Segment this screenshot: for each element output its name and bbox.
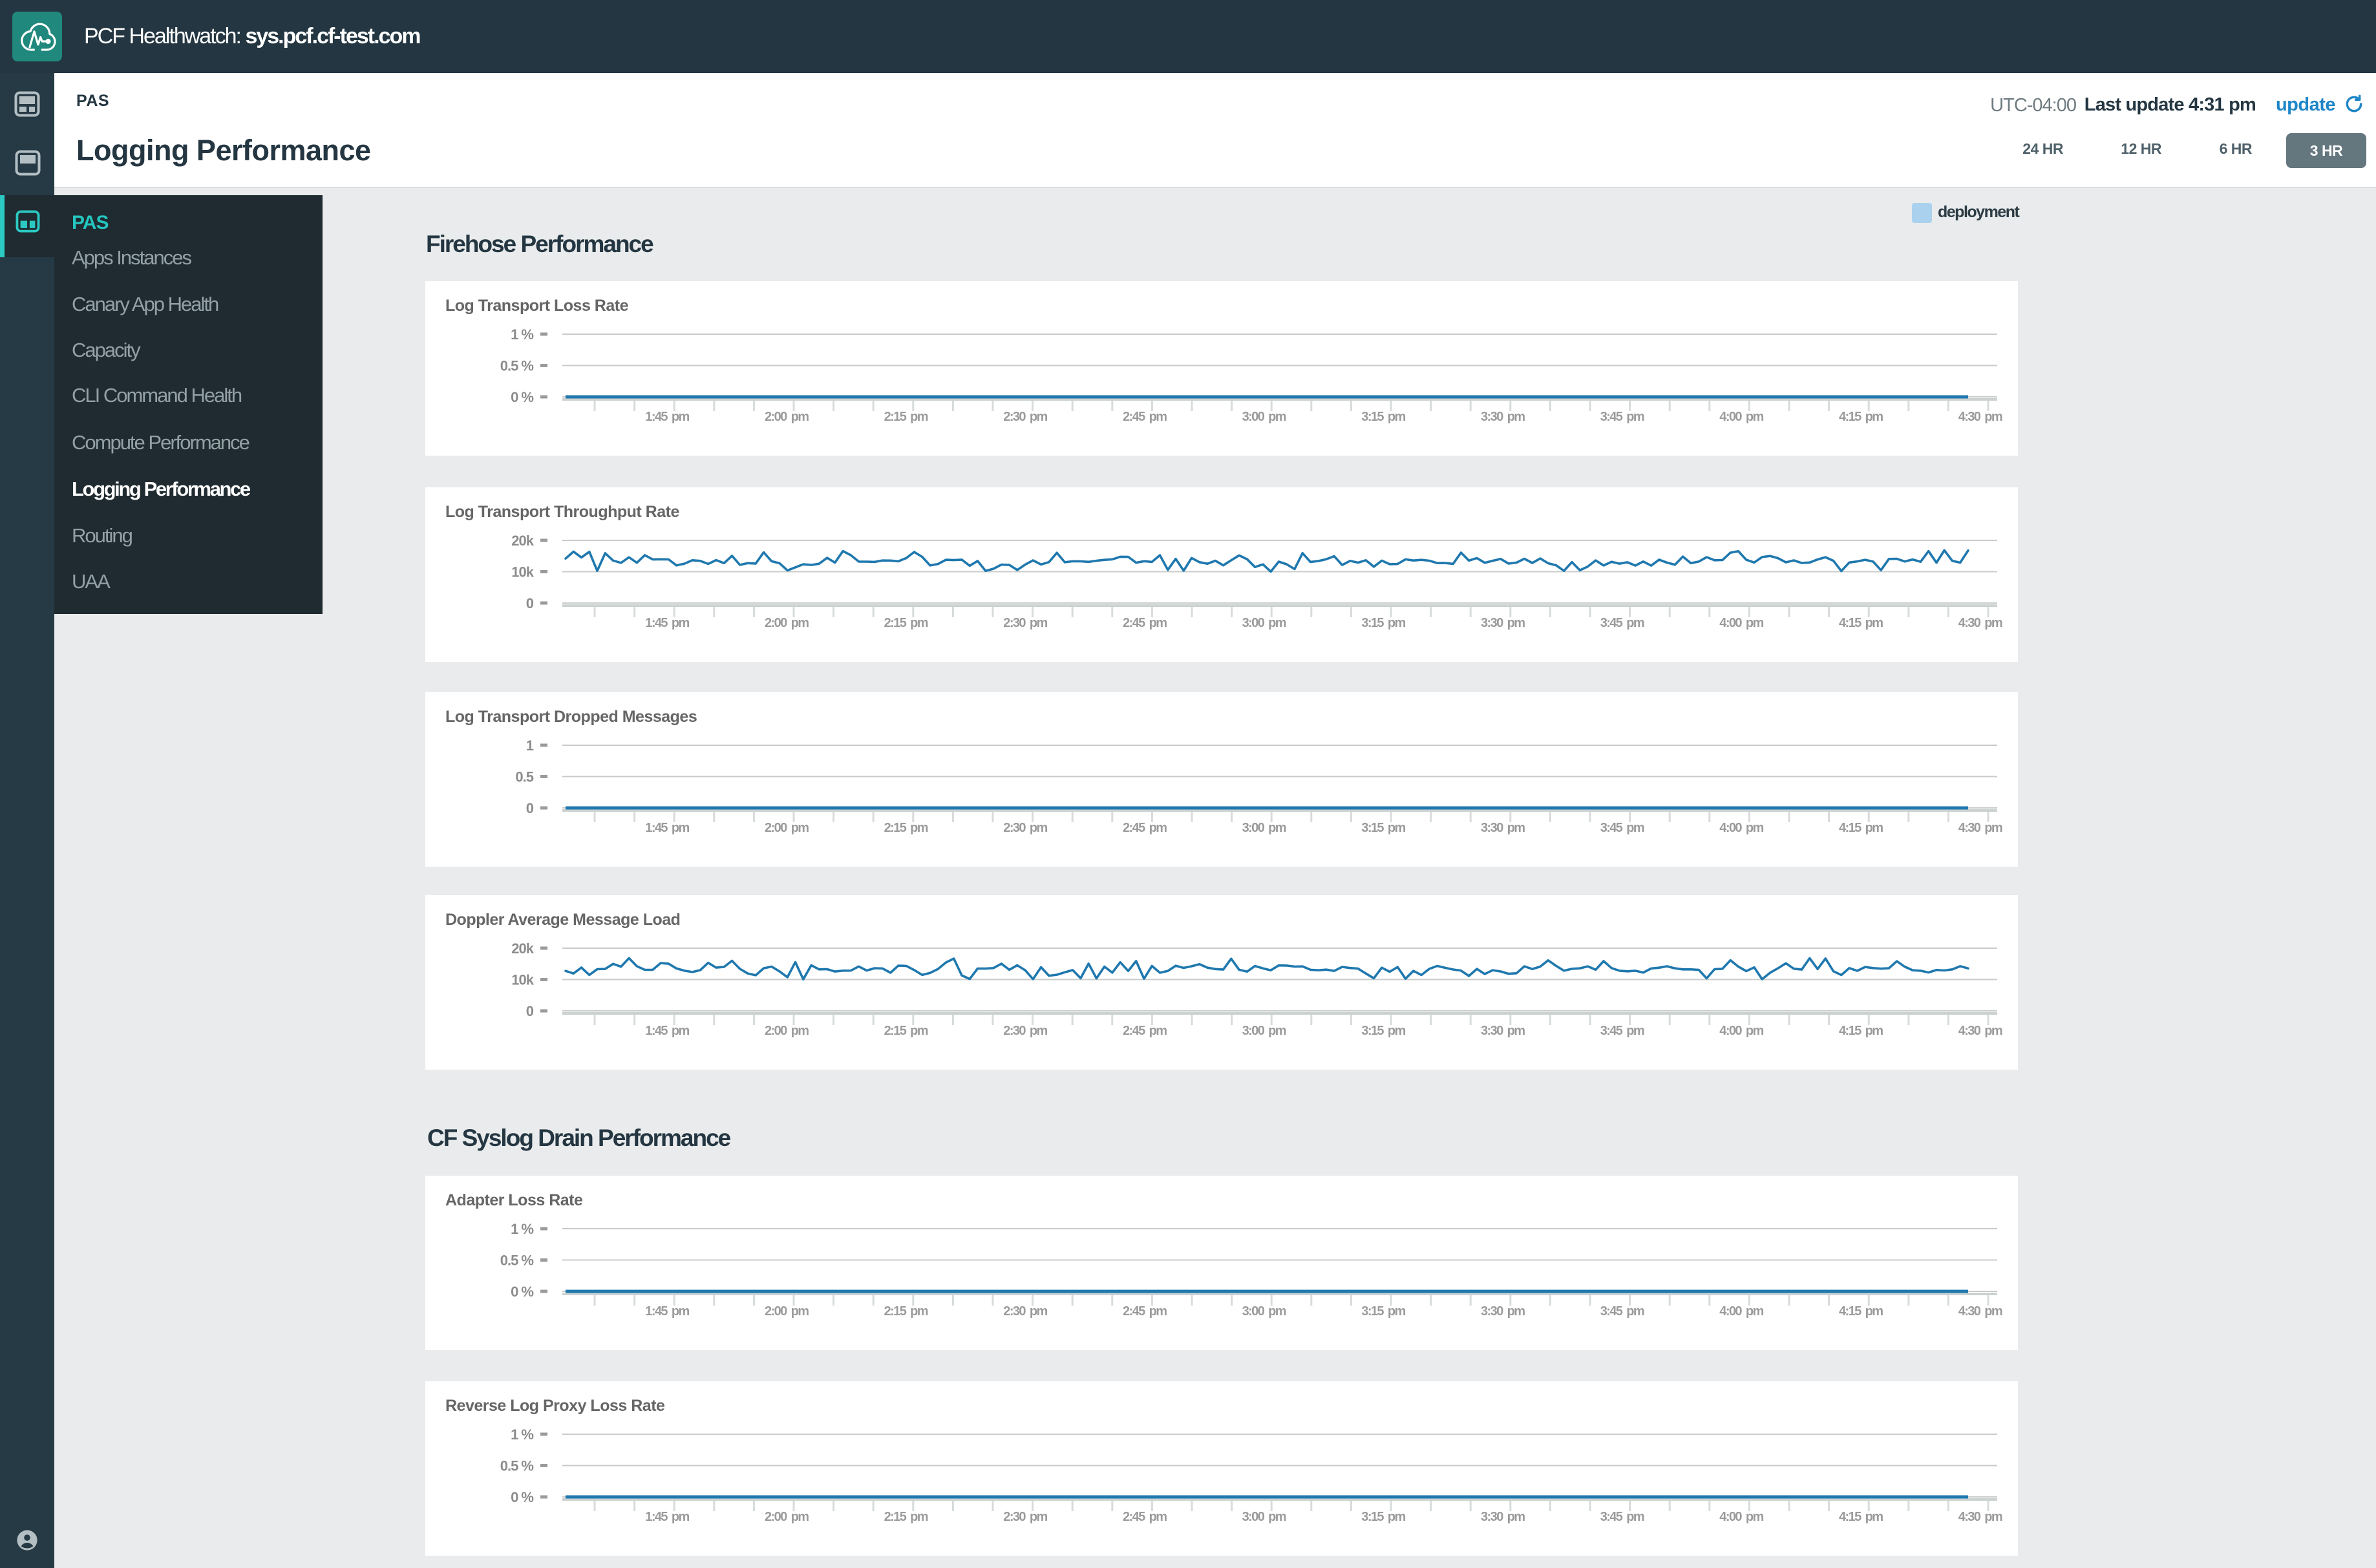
svg-text:2:15 pm: 2:15 pm [884,1510,928,1524]
svg-text:2:15 pm: 2:15 pm [884,1024,928,1038]
svg-text:1 %: 1 % [511,326,533,343]
svg-text:1:45 pm: 1:45 pm [645,1024,689,1038]
svg-text:2:15 pm: 2:15 pm [884,821,928,835]
svg-text:1: 1 [526,737,534,754]
svg-text:2:30 pm: 2:30 pm [1003,410,1047,424]
svg-text:20k: 20k [511,533,534,549]
svg-text:2:15 pm: 2:15 pm [884,410,928,424]
svg-text:3:45 pm: 3:45 pm [1600,1510,1644,1524]
svg-text:3:30 pm: 3:30 pm [1481,1510,1525,1524]
svg-text:2:15 pm: 2:15 pm [884,616,928,630]
svg-text:2:45 pm: 2:45 pm [1123,410,1167,424]
svg-text:0.5 %: 0.5 % [500,358,534,374]
svg-text:3:45 pm: 3:45 pm [1600,1304,1644,1319]
svg-text:2:15 pm: 2:15 pm [884,1304,928,1319]
svg-text:10k: 10k [511,564,534,580]
svg-text:2:30 pm: 2:30 pm [1003,616,1047,630]
svg-text:3:30 pm: 3:30 pm [1481,410,1525,424]
svg-text:3:45 pm: 3:45 pm [1600,616,1644,630]
svg-text:3:45 pm: 3:45 pm [1600,821,1644,835]
svg-text:4:30 pm: 4:30 pm [1958,1024,2002,1038]
svg-text:2:00 pm: 2:00 pm [765,821,809,835]
svg-text:2:45 pm: 2:45 pm [1123,616,1167,630]
svg-text:2:00 pm: 2:00 pm [765,1024,809,1038]
svg-text:2:00 pm: 2:00 pm [765,616,809,630]
svg-text:0.5: 0.5 [515,769,533,785]
svg-text:4:30 pm: 4:30 pm [1958,410,2002,424]
svg-text:4:00 pm: 4:00 pm [1719,616,1763,630]
svg-text:4:00 pm: 4:00 pm [1719,821,1763,835]
svg-text:4:00 pm: 4:00 pm [1719,1024,1763,1038]
svg-text:2:00 pm: 2:00 pm [765,1304,809,1319]
svg-text:2:45 pm: 2:45 pm [1123,1304,1167,1319]
svg-text:1 %: 1 % [511,1426,533,1443]
svg-text:3:15 pm: 3:15 pm [1361,1304,1405,1319]
svg-text:3:15 pm: 3:15 pm [1361,410,1405,424]
svg-text:3:00 pm: 3:00 pm [1242,1510,1286,1524]
svg-text:0: 0 [526,800,534,816]
svg-text:2:30 pm: 2:30 pm [1003,1510,1047,1524]
svg-text:2:30 pm: 2:30 pm [1003,1024,1047,1038]
svg-text:4:15 pm: 4:15 pm [1839,1304,1883,1319]
svg-text:4:30 pm: 4:30 pm [1958,1304,2002,1319]
svg-text:3:45 pm: 3:45 pm [1600,1024,1644,1038]
svg-text:0 %: 0 % [511,389,533,405]
svg-text:4:15 pm: 4:15 pm [1839,616,1883,630]
svg-text:3:00 pm: 3:00 pm [1242,821,1286,835]
svg-text:4:30 pm: 4:30 pm [1958,1510,2002,1524]
svg-text:0: 0 [526,595,534,611]
svg-text:3:00 pm: 3:00 pm [1242,1304,1286,1319]
svg-text:4:30 pm: 4:30 pm [1958,616,2002,630]
svg-text:3:45 pm: 3:45 pm [1600,410,1644,424]
svg-text:3:15 pm: 3:15 pm [1361,1510,1405,1524]
svg-text:0 %: 0 % [511,1284,533,1300]
svg-text:2:45 pm: 2:45 pm [1123,1024,1167,1038]
svg-text:1:45 pm: 1:45 pm [645,1304,689,1319]
svg-text:3:00 pm: 3:00 pm [1242,616,1286,630]
svg-text:3:15 pm: 3:15 pm [1361,821,1405,835]
svg-text:3:30 pm: 3:30 pm [1481,821,1525,835]
svg-text:0.5 %: 0.5 % [500,1253,534,1269]
svg-text:2:45 pm: 2:45 pm [1123,821,1167,835]
svg-text:0 %: 0 % [511,1489,533,1505]
svg-text:20k: 20k [511,940,534,957]
svg-text:2:00 pm: 2:00 pm [765,1510,809,1524]
svg-text:2:00 pm: 2:00 pm [765,410,809,424]
svg-text:2:30 pm: 2:30 pm [1003,1304,1047,1319]
svg-text:3:30 pm: 3:30 pm [1481,1304,1525,1319]
svg-text:4:15 pm: 4:15 pm [1839,821,1883,835]
svg-text:3:00 pm: 3:00 pm [1242,410,1286,424]
svg-text:3:00 pm: 3:00 pm [1242,1024,1286,1038]
svg-text:1:45 pm: 1:45 pm [645,1510,689,1524]
svg-text:1 %: 1 % [511,1221,533,1237]
svg-text:4:15 pm: 4:15 pm [1839,1024,1883,1038]
svg-text:1:45 pm: 1:45 pm [645,821,689,835]
svg-text:4:30 pm: 4:30 pm [1958,821,2002,835]
svg-text:3:15 pm: 3:15 pm [1361,1024,1405,1038]
svg-text:3:30 pm: 3:30 pm [1481,1024,1525,1038]
svg-text:2:30 pm: 2:30 pm [1003,821,1047,835]
svg-text:2:45 pm: 2:45 pm [1123,1510,1167,1524]
svg-text:3:30 pm: 3:30 pm [1481,616,1525,630]
svg-text:1:45 pm: 1:45 pm [645,616,689,630]
svg-text:0.5 %: 0.5 % [500,1458,534,1474]
svg-text:10k: 10k [511,972,534,988]
svg-text:4:00 pm: 4:00 pm [1719,410,1763,424]
svg-text:4:15 pm: 4:15 pm [1839,1510,1883,1524]
svg-text:0: 0 [526,1003,534,1019]
svg-text:1:45 pm: 1:45 pm [645,410,689,424]
svg-text:4:00 pm: 4:00 pm [1719,1510,1763,1524]
svg-text:4:00 pm: 4:00 pm [1719,1304,1763,1319]
svg-text:3:15 pm: 3:15 pm [1361,616,1405,630]
svg-text:4:15 pm: 4:15 pm [1839,410,1883,424]
